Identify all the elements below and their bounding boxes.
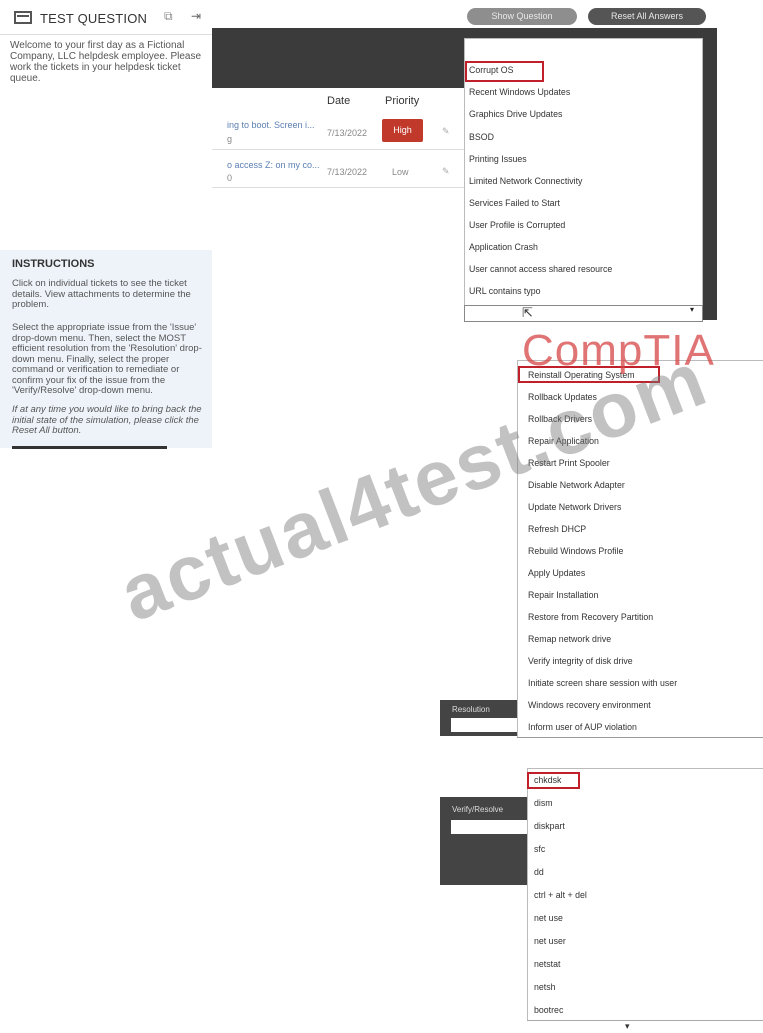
column-header-date[interactable]: Date [327, 95, 350, 107]
verify-label: Verify/Resolve [452, 805, 504, 814]
issue-option[interactable]: Application Crash [469, 242, 538, 252]
verify-option[interactable]: netsh [534, 982, 556, 992]
issue-option[interactable]: User cannot access shared resource [469, 264, 612, 274]
verify-option[interactable]: dd [534, 867, 544, 877]
issue-option[interactable]: URL contains typo [469, 286, 541, 296]
priority-label-low: Low [392, 167, 409, 177]
resolution-option[interactable]: Repair Installation [528, 590, 598, 600]
resolution-option[interactable]: Remap network drive [528, 634, 611, 644]
issue-option[interactable]: Printing Issues [469, 154, 527, 164]
verify-option[interactable]: ctrl + alt + del [534, 890, 587, 900]
verify-select[interactable] [451, 820, 528, 834]
divider [12, 446, 167, 449]
issue-option[interactable]: Limited Network Connectivity [469, 176, 582, 186]
ticket-subline: g [227, 134, 233, 144]
mouse-cursor-icon: ⇱ [522, 305, 533, 320]
test-question-title: TEST QUESTION [40, 11, 148, 26]
chevron-down-icon[interactable]: ▾ [625, 1021, 630, 1032]
ticket-subject[interactable]: ing to boot. Screen i... [227, 120, 315, 130]
verify-option[interactable]: netstat [534, 959, 560, 969]
ticket-date: 7/13/2022 [327, 167, 368, 177]
verify-option[interactable]: bootrec [534, 1005, 563, 1015]
selected-highlight [527, 772, 580, 789]
issue-option[interactable]: Recent Windows Updates [469, 87, 570, 97]
instructions-paragraph: Click on individual tickets to see the t… [12, 278, 191, 310]
column-header-priority[interactable]: Priority [385, 95, 419, 107]
verify-option[interactable]: diskpart [534, 821, 565, 831]
show-question-button[interactable]: Show Question [467, 8, 577, 25]
resolution-option[interactable]: Rebuild Windows Profile [528, 546, 623, 556]
edit-icon[interactable]: ✎ [442, 126, 450, 137]
popout-icon[interactable]: ⧉ [164, 9, 173, 24]
question-window-icon [14, 11, 32, 24]
resolution-option[interactable]: Verify integrity of disk drive [528, 656, 633, 666]
verify-option[interactable]: net use [534, 913, 563, 923]
ticket-subline: 0 [227, 173, 233, 183]
verify-select-bar[interactable] [527, 1020, 763, 1033]
chevron-down-icon[interactable]: ▾ [690, 305, 694, 314]
selected-highlight [465, 61, 544, 82]
issue-option[interactable]: User Profile is Corrupted [469, 220, 565, 230]
collapse-icon[interactable]: ⇥ [191, 9, 201, 23]
edit-icon[interactable]: ✎ [442, 166, 450, 177]
instructions-paragraph: Select the appropriate issue from the 'I… [12, 322, 202, 396]
verify-option[interactable]: dism [534, 798, 553, 808]
resolution-select[interactable] [451, 718, 522, 732]
issue-option[interactable]: Graphics Drive Updates [469, 109, 562, 119]
ticket-subject[interactable]: o access Z: on my co... [227, 160, 320, 170]
issue-option[interactable]: BSOD [469, 132, 494, 142]
instructions-paragraph: If at any time you would like to bring b… [12, 404, 202, 436]
resolution-option[interactable]: Apply Updates [528, 568, 585, 578]
issue-option[interactable]: Services Failed to Start [469, 198, 560, 208]
resolution-option[interactable]: Windows recovery environment [528, 700, 651, 710]
verify-option[interactable]: sfc [534, 844, 545, 854]
resolution-option[interactable]: Initiate screen share session with user [528, 678, 677, 688]
verify-option[interactable]: net user [534, 936, 566, 946]
instructions-title: INSTRUCTIONS [12, 258, 95, 270]
resolution-option[interactable]: Restore from Recovery Partition [528, 612, 653, 622]
verify-dropdown-list[interactable]: chkdsk dism diskpart sfc dd ctrl + alt +… [527, 768, 763, 1022]
reset-all-button[interactable]: Reset All Answers [588, 8, 706, 25]
resolution-option[interactable]: Refresh DHCP [528, 524, 586, 534]
resolution-option[interactable]: Update Network Drivers [528, 502, 621, 512]
resolution-option[interactable]: Inform user of AUP violation [528, 722, 637, 732]
resolution-label: Resolution [452, 705, 490, 714]
priority-badge-high: High [382, 119, 423, 142]
ticket-date: 7/13/2022 [327, 128, 368, 138]
issue-select[interactable] [464, 305, 703, 322]
resolution-select-bar[interactable] [517, 737, 763, 746]
welcome-text: Welcome to your first day as a Fictional… [10, 40, 202, 84]
